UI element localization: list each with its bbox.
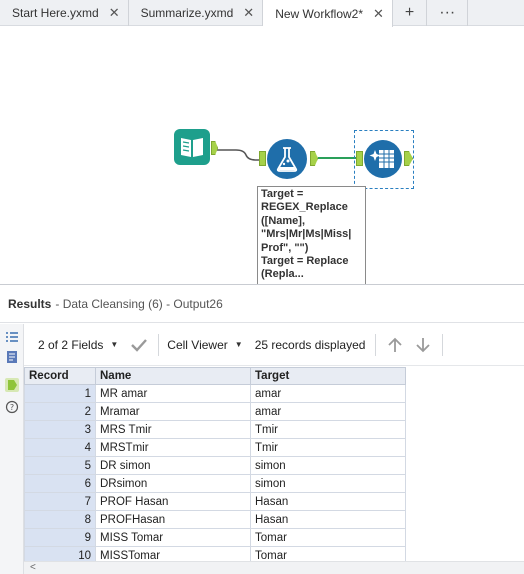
record-cell: 8	[24, 510, 96, 529]
column-header-record[interactable]: Record	[24, 367, 96, 385]
name-cell[interactable]: MR amar	[95, 384, 251, 403]
results-table: Record Name Target 1 MR amar amar 2 Mramar a…	[24, 367, 406, 561]
divider	[442, 333, 444, 356]
target-cell[interactable]: Tomar	[250, 546, 406, 561]
chevron-left-icon[interactable]: <	[30, 562, 36, 573]
chevron-down-icon: ▼	[234, 340, 243, 349]
chevron-down-icon: ▼	[110, 340, 119, 349]
plus-icon[interactable]: +	[393, 0, 428, 26]
data-cleansing-tool[interactable]	[267, 139, 307, 179]
arrow-down-icon[interactable]	[414, 336, 432, 354]
name-cell[interactable]: PROF Hasan	[95, 492, 251, 511]
tab-label: Summarize.yxmd	[140, 6, 234, 20]
results-toolbar: 2 of 2 Fields ▼ Cell Viewer ▼ 25 records…	[24, 324, 524, 366]
record-cell: 7	[24, 492, 96, 511]
flask-icon	[276, 147, 298, 172]
table-header-row: Record Name Target	[24, 367, 406, 385]
table-row[interactable]: 2 Mramar amar	[24, 402, 406, 421]
results-subtitle: - Data Cleansing (6) - Output26	[55, 296, 223, 311]
help-icon[interactable]: ?	[5, 400, 19, 414]
browse-tool[interactable]	[364, 140, 402, 178]
book-icon	[181, 138, 203, 157]
close-icon[interactable]: ✕	[109, 5, 120, 21]
list-icon[interactable]	[5, 330, 19, 344]
app-window: Start Here.yxmd ✕ Summarize.yxmd ✕ New W…	[0, 0, 524, 574]
close-icon[interactable]: ✕	[243, 5, 254, 21]
table-row[interactable]: 8 PROFHasan Hasan	[24, 510, 406, 529]
record-cell: 6	[24, 474, 96, 493]
check-icon[interactable]	[130, 338, 148, 352]
tab-label: Start Here.yxmd	[12, 6, 99, 20]
name-cell[interactable]: PROFHasan	[95, 510, 251, 529]
name-cell[interactable]: MISSTomar	[95, 546, 251, 561]
tab-label: New Workflow2*	[275, 6, 364, 21]
name-cell[interactable]: DR simon	[95, 456, 251, 475]
tab-summarize[interactable]: Summarize.yxmd ✕	[129, 0, 264, 26]
table-row[interactable]: 5 DR simon simon	[24, 456, 406, 475]
more-icon[interactable]: ···	[427, 0, 469, 26]
table-row[interactable]: 6 DRsimon simon	[24, 474, 406, 493]
results-header: Results - Data Cleansing (6) - Output26	[0, 285, 524, 323]
divider	[158, 333, 160, 356]
horizontal-scrollbar[interactable]: <	[24, 561, 524, 574]
target-cell[interactable]: simon	[250, 474, 406, 493]
name-cell[interactable]: MRS Tmir	[95, 420, 251, 439]
results-sidebar: ?	[0, 324, 24, 574]
input-anchor[interactable]	[259, 151, 266, 166]
table-row[interactable]: 4 MRSTmir Tmir	[24, 438, 406, 457]
name-cell[interactable]: MISS Tomar	[95, 528, 251, 547]
fields-selector[interactable]: 2 of 2 Fields ▼	[38, 338, 118, 352]
target-cell[interactable]: Hasan	[250, 492, 406, 511]
record-cell: 2	[24, 402, 96, 421]
viewer-selector[interactable]: Cell Viewer ▼	[167, 338, 242, 352]
viewer-selector-label: Cell Viewer	[167, 337, 228, 352]
workflow-canvas[interactable]: Target = REGEX_Replace ([Name], "Mrs|Mr|…	[0, 27, 524, 284]
target-cell[interactable]: Tomar	[250, 528, 406, 547]
tool-annotation: Target = REGEX_Replace ([Name], "Mrs|Mr|…	[257, 186, 366, 284]
browse-icon	[369, 150, 394, 168]
target-cell[interactable]: Hasan	[250, 510, 406, 529]
name-cell[interactable]: DRsimon	[95, 474, 251, 493]
record-cell: 5	[24, 456, 96, 475]
input-data-tool[interactable]	[174, 129, 210, 165]
record-cell: 10	[24, 546, 96, 561]
svg-text:?: ?	[10, 403, 14, 412]
target-cell[interactable]: simon	[250, 456, 406, 475]
input-anchor[interactable]	[356, 151, 363, 166]
arrow-up-icon[interactable]	[386, 336, 404, 354]
target-cell[interactable]: amar	[250, 384, 406, 403]
tab-new-workflow2[interactable]: New Workflow2* ✕	[263, 0, 393, 27]
name-cell[interactable]: Mramar	[95, 402, 251, 421]
table-row[interactable]: 3 MRS Tmir Tmir	[24, 420, 406, 439]
table-row[interactable]: 10 MISSTomar Tomar	[24, 546, 406, 561]
table-row[interactable]: 7 PROF Hasan Hasan	[24, 492, 406, 511]
table-row[interactable]: 9 MISS Tomar Tomar	[24, 528, 406, 547]
results-grid[interactable]: Record Name Target 1 MR amar amar 2 Mramar a…	[24, 367, 524, 561]
record-cell: 4	[24, 438, 96, 457]
record-cell: 9	[24, 528, 96, 547]
record-cell: 3	[24, 420, 96, 439]
target-cell[interactable]: Tmir	[250, 420, 406, 439]
data-anchor-icon[interactable]	[5, 378, 19, 392]
results-panel: Results - Data Cleansing (6) - Output26 …	[0, 284, 524, 574]
message-icon[interactable]	[5, 350, 19, 364]
divider	[375, 333, 377, 356]
table-row[interactable]: 1 MR amar amar	[24, 384, 406, 403]
name-cell[interactable]: MRSTmir	[95, 438, 251, 457]
target-cell[interactable]: amar	[250, 402, 406, 421]
record-cell: 1	[24, 384, 96, 403]
tab-start-here[interactable]: Start Here.yxmd ✕	[0, 0, 129, 26]
document-tab-bar: Start Here.yxmd ✕ Summarize.yxmd ✕ New W…	[0, 0, 524, 27]
records-count: 25 records displayed	[254, 337, 366, 352]
column-header-target[interactable]: Target	[250, 367, 406, 385]
connection-input-to-cleanse	[216, 149, 260, 161]
results-title: Results	[8, 296, 52, 311]
close-icon[interactable]: ✕	[373, 6, 384, 22]
column-header-name[interactable]: Name	[95, 367, 251, 385]
fields-selector-label: 2 of 2 Fields	[38, 337, 104, 352]
target-cell[interactable]: Tmir	[250, 438, 406, 457]
